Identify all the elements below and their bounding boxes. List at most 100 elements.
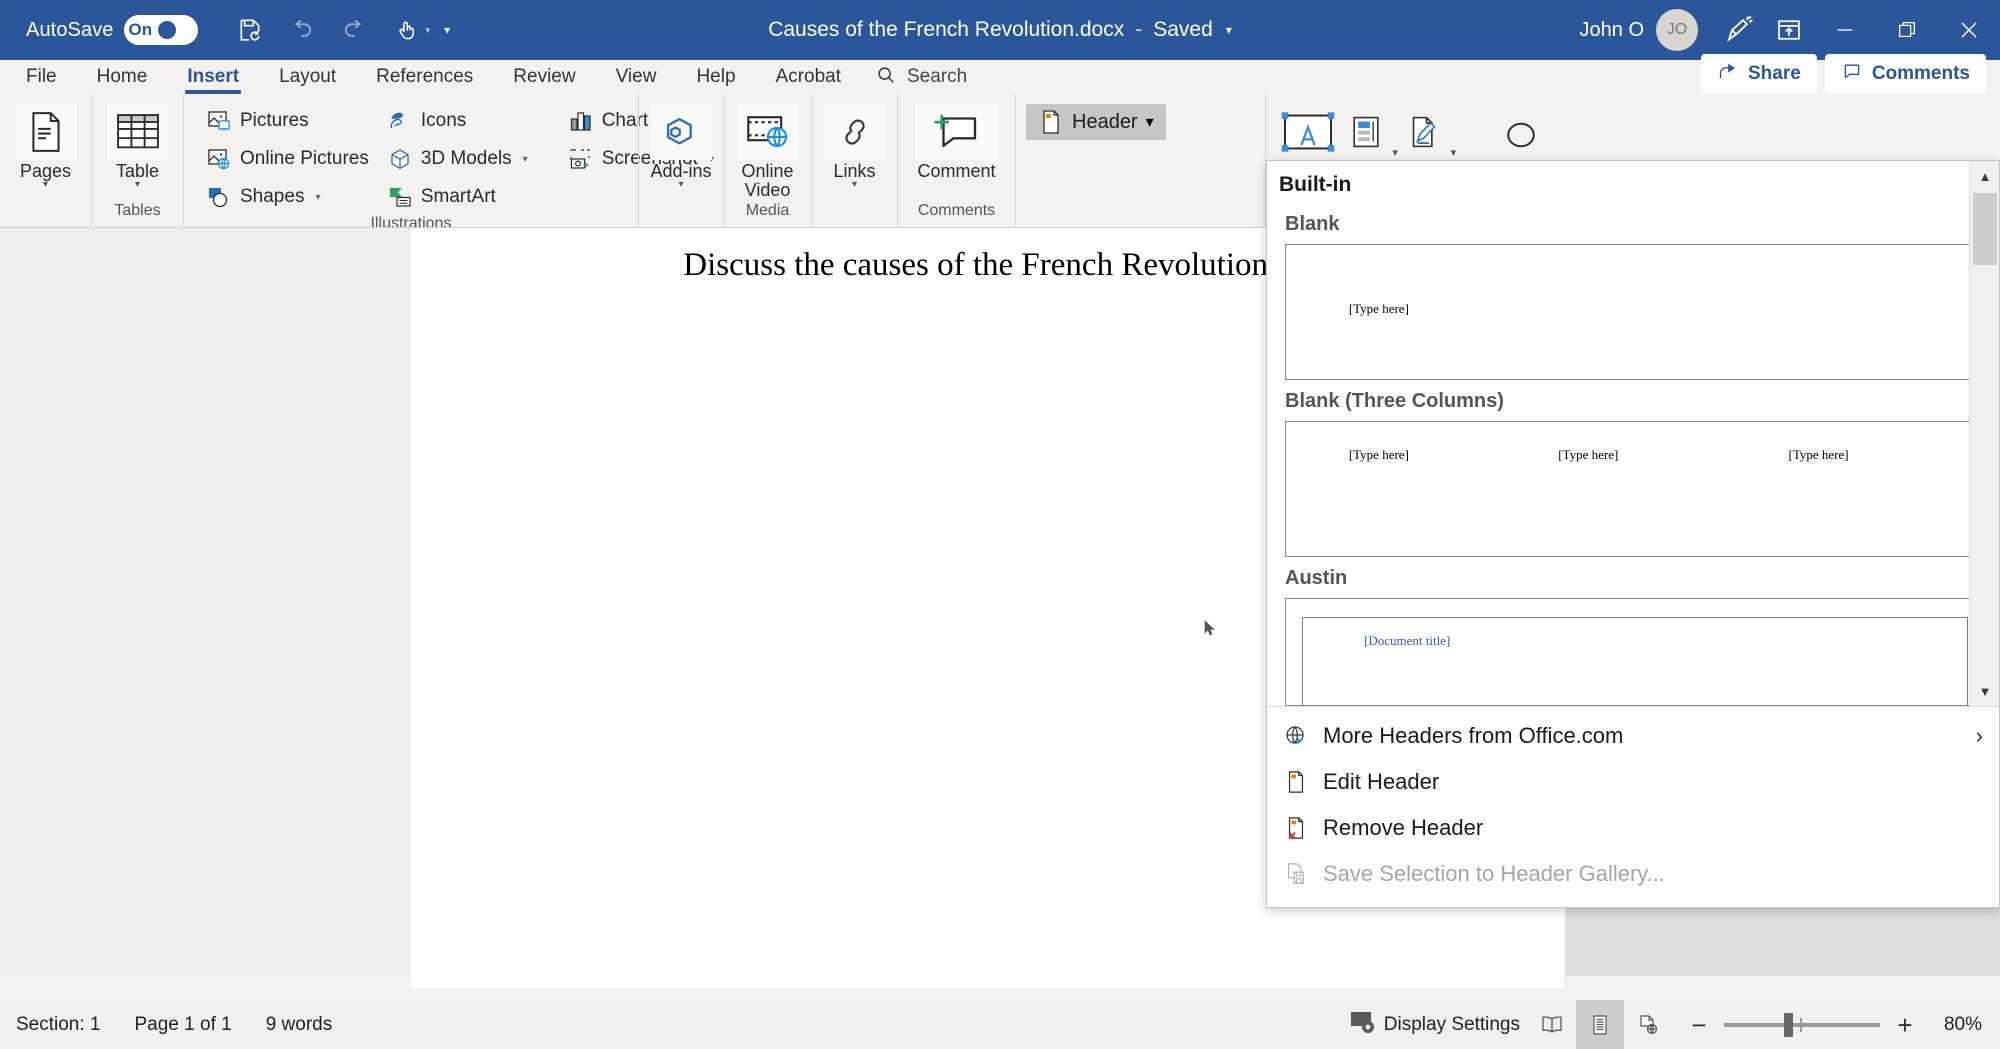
edit-header-item[interactable]: Edit Header bbox=[1267, 759, 1999, 805]
illustrations-group-body: Pictures Online Pictures Shapes ▾ Icons … bbox=[194, 94, 714, 214]
table-icon bbox=[106, 104, 169, 160]
links-button[interactable]: Links ▾ bbox=[822, 100, 887, 190]
chevron-down-icon[interactable]: ▾ bbox=[315, 192, 320, 203]
status-page[interactable]: Page 1 of 1 bbox=[129, 1010, 238, 1040]
search-icon bbox=[875, 64, 897, 91]
touch-mode-caret[interactable]: ▾ bbox=[426, 25, 431, 36]
tab-label: Review bbox=[513, 66, 576, 87]
3d-models-button[interactable]: 3D Models ▾ bbox=[381, 142, 534, 176]
scroll-down-icon[interactable]: ▼ bbox=[1970, 676, 1999, 706]
account-button[interactable]: John O JO bbox=[1580, 9, 1698, 51]
read-mode-icon[interactable] bbox=[1528, 1000, 1576, 1049]
chevron-down-icon[interactable]: ▾ bbox=[852, 180, 857, 190]
tab-label: Help bbox=[696, 66, 736, 87]
close-button[interactable] bbox=[1938, 0, 2000, 60]
undo-icon[interactable] bbox=[276, 8, 328, 52]
illustrations-col-1: Pictures Online Pictures Shapes ▾ bbox=[200, 100, 375, 214]
illustrations-group: Pictures Online Pictures Shapes ▾ Icons … bbox=[183, 94, 714, 227]
chevron-down-icon[interactable]: ▾ bbox=[1146, 112, 1154, 132]
tab-references[interactable]: References bbox=[356, 60, 493, 94]
share-button[interactable]: Share bbox=[1701, 54, 1817, 94]
ribbon-display-options-icon[interactable] bbox=[1764, 6, 1814, 54]
restore-button[interactable] bbox=[1876, 0, 1938, 60]
table-button[interactable]: Table ▾ bbox=[102, 100, 173, 190]
zoom-in-button[interactable]: + bbox=[1894, 1012, 1916, 1038]
media-group-label: Media bbox=[745, 202, 790, 219]
text-box-icon[interactable] bbox=[1276, 104, 1340, 160]
status-word-count[interactable]: 9 words bbox=[260, 1010, 339, 1040]
zoom-level-label[interactable]: 80% bbox=[1930, 1014, 1982, 1036]
gallery-preview-blank[interactable]: [Type here] bbox=[1285, 244, 1985, 380]
display-settings-button[interactable]: Display Settings bbox=[1342, 1005, 1528, 1045]
tab-review[interactable]: Review bbox=[493, 60, 595, 94]
3d-models-label: 3D Models bbox=[420, 148, 512, 169]
more-headers-from-office-item[interactable]: More Headers from Office.com › bbox=[1267, 713, 1999, 759]
tab-insert[interactable]: Insert bbox=[167, 60, 259, 94]
equation-icon[interactable] bbox=[1486, 104, 1555, 160]
gallery-section-title: Built-in bbox=[1279, 173, 1352, 196]
save-icon[interactable] bbox=[224, 8, 276, 52]
icons-icon bbox=[387, 108, 413, 134]
screenshot-icon bbox=[568, 146, 594, 172]
autosave-toggle[interactable]: On bbox=[123, 15, 198, 45]
tab-help[interactable]: Help bbox=[676, 60, 755, 94]
chevron-down-icon[interactable]: ▾ bbox=[43, 180, 48, 190]
add-ins-button[interactable]: Add-ins ▾ bbox=[649, 100, 713, 190]
pen-annotations-icon[interactable] bbox=[1714, 6, 1764, 54]
pages-icon bbox=[14, 104, 77, 160]
smartart-button[interactable]: SmartArt bbox=[381, 180, 534, 214]
document-name[interactable]: Causes of the French Revolution.docx bbox=[768, 18, 1124, 42]
online-pictures-button[interactable]: Online Pictures bbox=[200, 142, 375, 176]
zoom-slider-thumb[interactable] bbox=[1784, 1012, 1793, 1037]
minimize-button[interactable] bbox=[1814, 0, 1876, 60]
new-comment-icon bbox=[914, 104, 999, 160]
tab-view[interactable]: View bbox=[596, 60, 677, 94]
gallery-scroll-thumb[interactable] bbox=[1973, 193, 1997, 265]
chevron-down-icon[interactable]: ▾ bbox=[1226, 23, 1232, 37]
autosave-control[interactable]: AutoSave On bbox=[26, 15, 198, 45]
redo-icon[interactable] bbox=[328, 8, 380, 52]
gallery-scrollbar[interactable]: ▲ ▼ bbox=[1969, 161, 1999, 706]
gallery-preview-austin[interactable]: [Document title] bbox=[1285, 598, 1985, 706]
chevron-down-icon[interactable]: ▾ bbox=[523, 154, 528, 165]
signature-line-icon[interactable] bbox=[1402, 104, 1447, 160]
print-layout-icon[interactable] bbox=[1576, 1000, 1624, 1049]
pictures-button[interactable]: Pictures bbox=[200, 104, 375, 138]
scroll-up-icon[interactable]: ▲ bbox=[1970, 161, 1999, 191]
status-right: Display Settings − + 80% bbox=[1342, 1000, 2000, 1049]
header-button[interactable]: Header ▾ bbox=[1026, 104, 1166, 140]
comments-label: Comments bbox=[1871, 63, 1970, 84]
customize-qat-icon[interactable]: ▾ bbox=[434, 23, 460, 37]
icons-button[interactable]: Icons bbox=[381, 104, 534, 138]
gallery-item-label-blank-three-columns: Blank (Three Columns) bbox=[1285, 390, 1504, 412]
chevron-down-icon[interactable]: ▾ bbox=[678, 180, 683, 190]
gallery-preview-blank-three-columns[interactable]: [Type here] [Type here] [Type here] bbox=[1285, 421, 1985, 557]
pages-button[interactable]: Pages ▾ bbox=[10, 100, 81, 190]
zoom-slider-track[interactable] bbox=[1724, 1012, 1880, 1037]
web-layout-icon[interactable] bbox=[1624, 1000, 1672, 1049]
tab-acrobat[interactable]: Acrobat bbox=[756, 60, 861, 94]
online-video-button[interactable]: Online Video bbox=[734, 100, 801, 200]
touch-mode-icon[interactable] bbox=[380, 8, 432, 52]
smartart-label: SmartArt bbox=[420, 186, 496, 207]
remove-header-item[interactable]: Remove Header bbox=[1267, 805, 1999, 851]
tab-file[interactable]: File bbox=[0, 60, 77, 94]
tab-layout[interactable]: Layout bbox=[259, 60, 356, 94]
chevron-down-icon[interactable]: ▾ bbox=[135, 180, 140, 190]
shapes-button[interactable]: Shapes ▾ bbox=[200, 180, 375, 214]
tab-home[interactable]: Home bbox=[77, 60, 168, 94]
search-input[interactable]: Search bbox=[875, 60, 967, 94]
gallery-commands: More Headers from Office.com › Edit Head… bbox=[1267, 706, 1999, 907]
chevron-right-icon[interactable]: › bbox=[1976, 723, 1983, 749]
save-status[interactable]: Saved bbox=[1153, 18, 1213, 42]
quick-parts-icon[interactable] bbox=[1344, 104, 1389, 160]
left-margin-pane bbox=[0, 228, 411, 976]
chevron-down-icon[interactable]: ▾ bbox=[1392, 146, 1398, 159]
remove-header-icon bbox=[1283, 815, 1309, 841]
chevron-down-icon[interactable]: ▾ bbox=[1451, 146, 1457, 159]
status-section[interactable]: Section: 1 bbox=[10, 1010, 107, 1040]
zoom-out-button[interactable]: − bbox=[1688, 1012, 1710, 1038]
zoom-slider-midpoint bbox=[1800, 1017, 1802, 1032]
new-comment-button[interactable]: Comment bbox=[908, 100, 1005, 181]
comments-button[interactable]: Comments bbox=[1824, 54, 1986, 94]
